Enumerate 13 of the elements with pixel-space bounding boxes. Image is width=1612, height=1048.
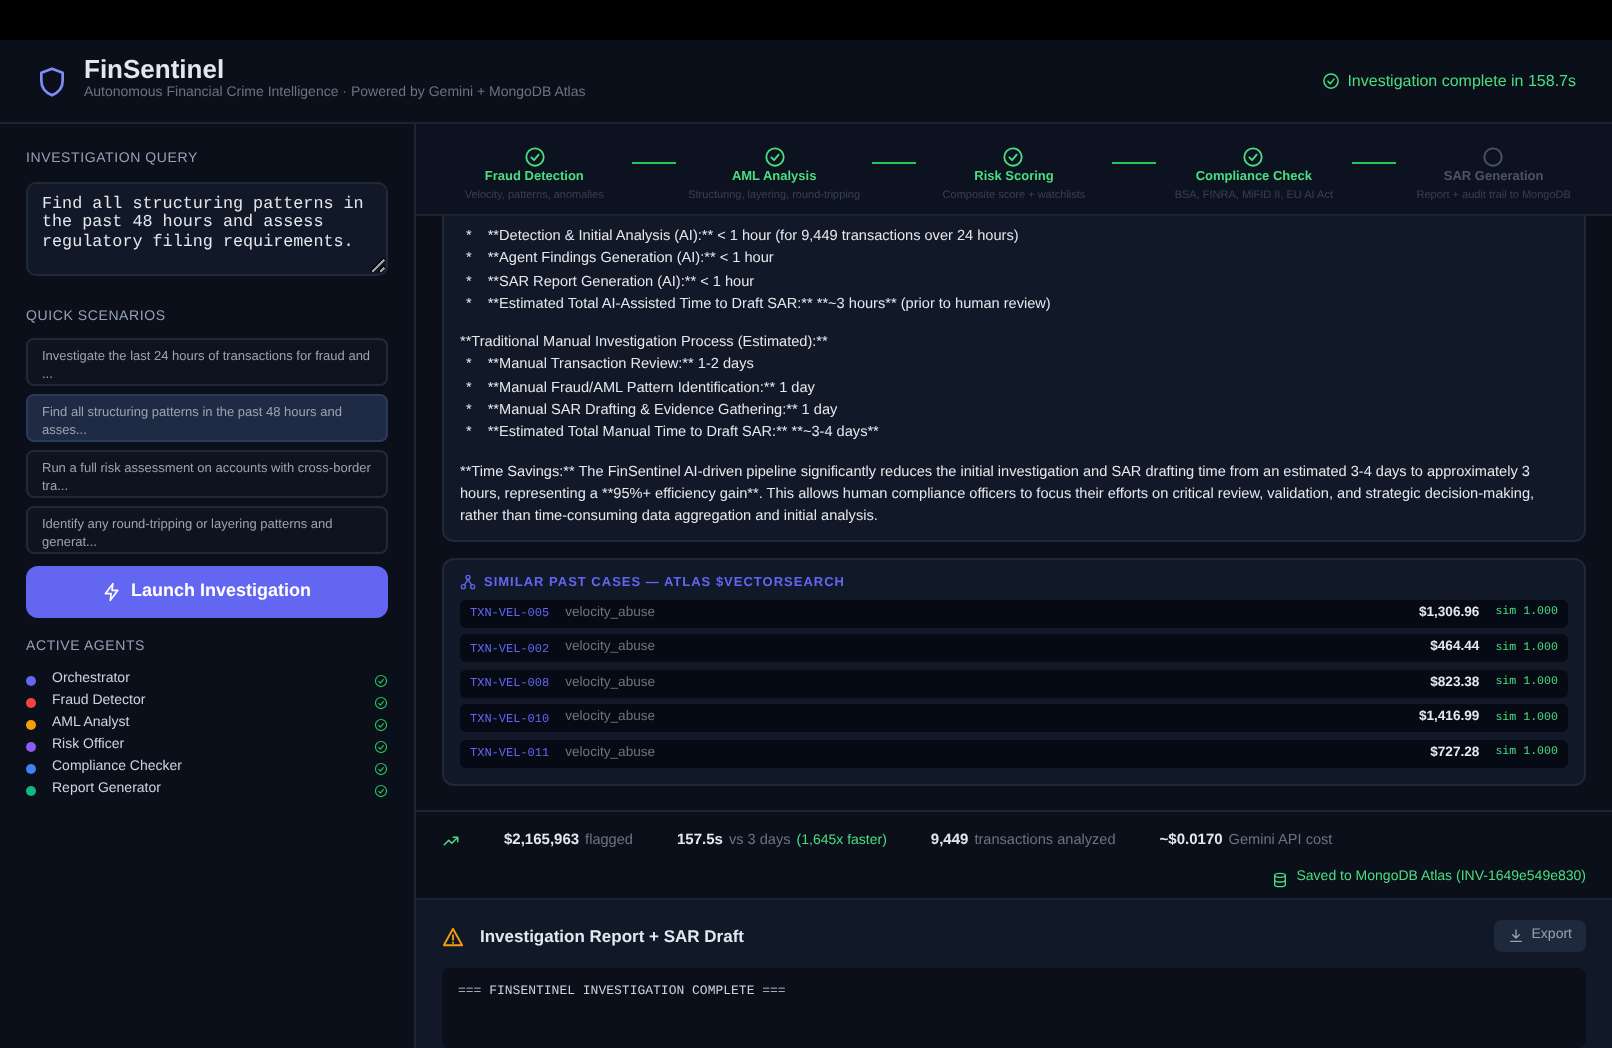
lightning-icon: [102, 582, 123, 602]
launch-button[interactable]: Launch Investigation: [26, 566, 388, 618]
report-title: Investigation Report + SAR Draft: [480, 923, 745, 949]
status-text: Investigation complete in 158.7s: [1347, 69, 1576, 93]
database-icon: [1272, 871, 1289, 888]
shield-icon: [36, 65, 68, 97]
network-icon: [460, 574, 476, 591]
app-title: FinSentinel: [84, 56, 227, 85]
check-circle-icon: [1321, 72, 1340, 90]
trending-up-icon: [442, 831, 460, 850]
download-icon: [1507, 928, 1524, 945]
warning-icon: [442, 925, 464, 948]
query-field[interactable]: Find all structuring patterns in the past 48 hours and assess regulatory filing requirements.: [26, 181, 388, 275]
